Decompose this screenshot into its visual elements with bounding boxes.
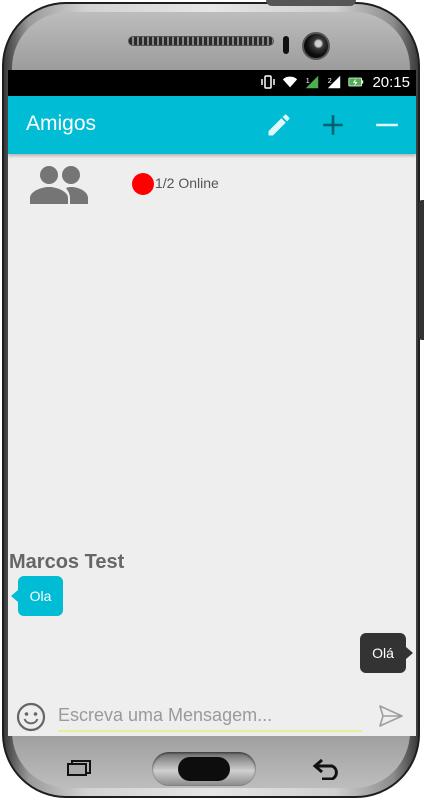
phone-frame: 1 2 20:15 Amigos 1/2 Online Marcos Test …: [0, 0, 424, 800]
recent-apps-icon[interactable]: [66, 760, 92, 776]
add-icon: [323, 115, 343, 135]
status-time: 20:15: [372, 74, 410, 91]
signal-1-icon: 1: [304, 74, 320, 90]
emoji-button[interactable]: [16, 702, 46, 732]
screen: 1 2 20:15 Amigos 1/2 Online Marcos Test …: [8, 70, 416, 736]
send-button[interactable]: [378, 703, 404, 729]
vibrate-icon: [260, 74, 276, 90]
edit-icon: [268, 114, 290, 136]
front-camera: [302, 32, 330, 60]
home-button[interactable]: [152, 752, 256, 786]
group-header[interactable]: 1/2 Online: [8, 154, 416, 214]
incoming-message-bubble[interactable]: Ola: [11, 576, 63, 616]
phone-side-button: [419, 200, 424, 340]
svg-text:1: 1: [306, 77, 310, 85]
remove-icon: [376, 123, 398, 127]
back-icon[interactable]: [312, 758, 342, 780]
app-title: Amigos: [26, 112, 97, 135]
outgoing-message-text: Olá: [372, 645, 394, 661]
message-input[interactable]: [58, 700, 362, 732]
status-icons: 1 2: [260, 74, 364, 90]
phone-sensor: [283, 36, 289, 54]
emoji-icon: [16, 702, 46, 732]
app-bar: Amigos: [8, 96, 416, 154]
message-sender-name: Marcos Test: [9, 551, 125, 573]
group-icon: [30, 166, 88, 204]
phone-top-button: [266, 0, 356, 6]
online-status-dot: [132, 173, 154, 195]
svg-text:2: 2: [328, 77, 332, 85]
phone-speaker: [128, 36, 274, 46]
incoming-message-text: Ola: [29, 588, 52, 604]
battery-charging-icon: [348, 74, 364, 90]
status-bar: 1 2 20:15: [8, 70, 416, 96]
remove-button[interactable]: [372, 110, 402, 140]
wifi-icon: [282, 74, 298, 90]
send-icon: [379, 705, 403, 727]
online-count: 1/2 Online: [155, 175, 219, 191]
outgoing-message-bubble[interactable]: Olá: [360, 633, 413, 673]
add-button[interactable]: [318, 110, 348, 140]
edit-button[interactable]: [264, 110, 294, 140]
signal-2-icon: 2: [326, 74, 342, 90]
